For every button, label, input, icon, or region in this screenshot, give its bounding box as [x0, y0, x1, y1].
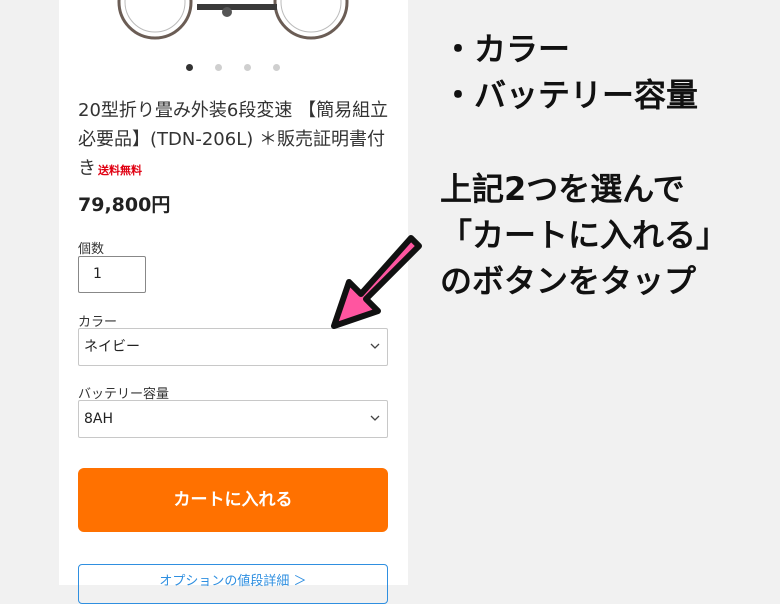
product-price: 79,800円	[78, 194, 171, 216]
pointer-arrow-icon	[331, 235, 422, 329]
qty-input[interactable]: 1	[78, 256, 146, 293]
chevron-down-icon	[370, 343, 380, 349]
product-image[interactable]	[59, 0, 408, 40]
annotation-line-2: 「カートに入れる」	[440, 216, 729, 254]
annotation-line-3: のボタンをタップ	[440, 262, 697, 300]
carousel-dot-3[interactable]	[244, 64, 251, 71]
qty-label: 個数	[78, 242, 105, 257]
shipping-badge: 送料無料	[98, 164, 142, 177]
carousel-dots	[59, 64, 408, 74]
battery-select[interactable]: 8AH	[78, 400, 388, 438]
annotation-bullet-battery: ・バッテリー容量	[442, 76, 699, 114]
annotation-line-1: 上記2つを選んで	[440, 170, 685, 208]
carousel-dot-4[interactable]	[273, 64, 280, 71]
color-select-value: ネイビー	[84, 339, 140, 355]
option-price-detail-button[interactable]: オプションの値段詳細 ＞	[78, 564, 388, 604]
carousel-dot-1[interactable]	[186, 64, 193, 71]
product-title: 20型折り畳み外装6段変速 【簡易組立必要品】(TDN-206L) ＊販売証明書…	[78, 96, 393, 185]
battery-select-value: 8AH	[84, 411, 114, 427]
annotation-bullet-color: ・カラー	[442, 30, 571, 68]
chevron-down-icon	[370, 415, 380, 421]
add-to-cart-button[interactable]: カートに入れる	[78, 468, 388, 532]
carousel-dot-2[interactable]	[215, 64, 222, 71]
